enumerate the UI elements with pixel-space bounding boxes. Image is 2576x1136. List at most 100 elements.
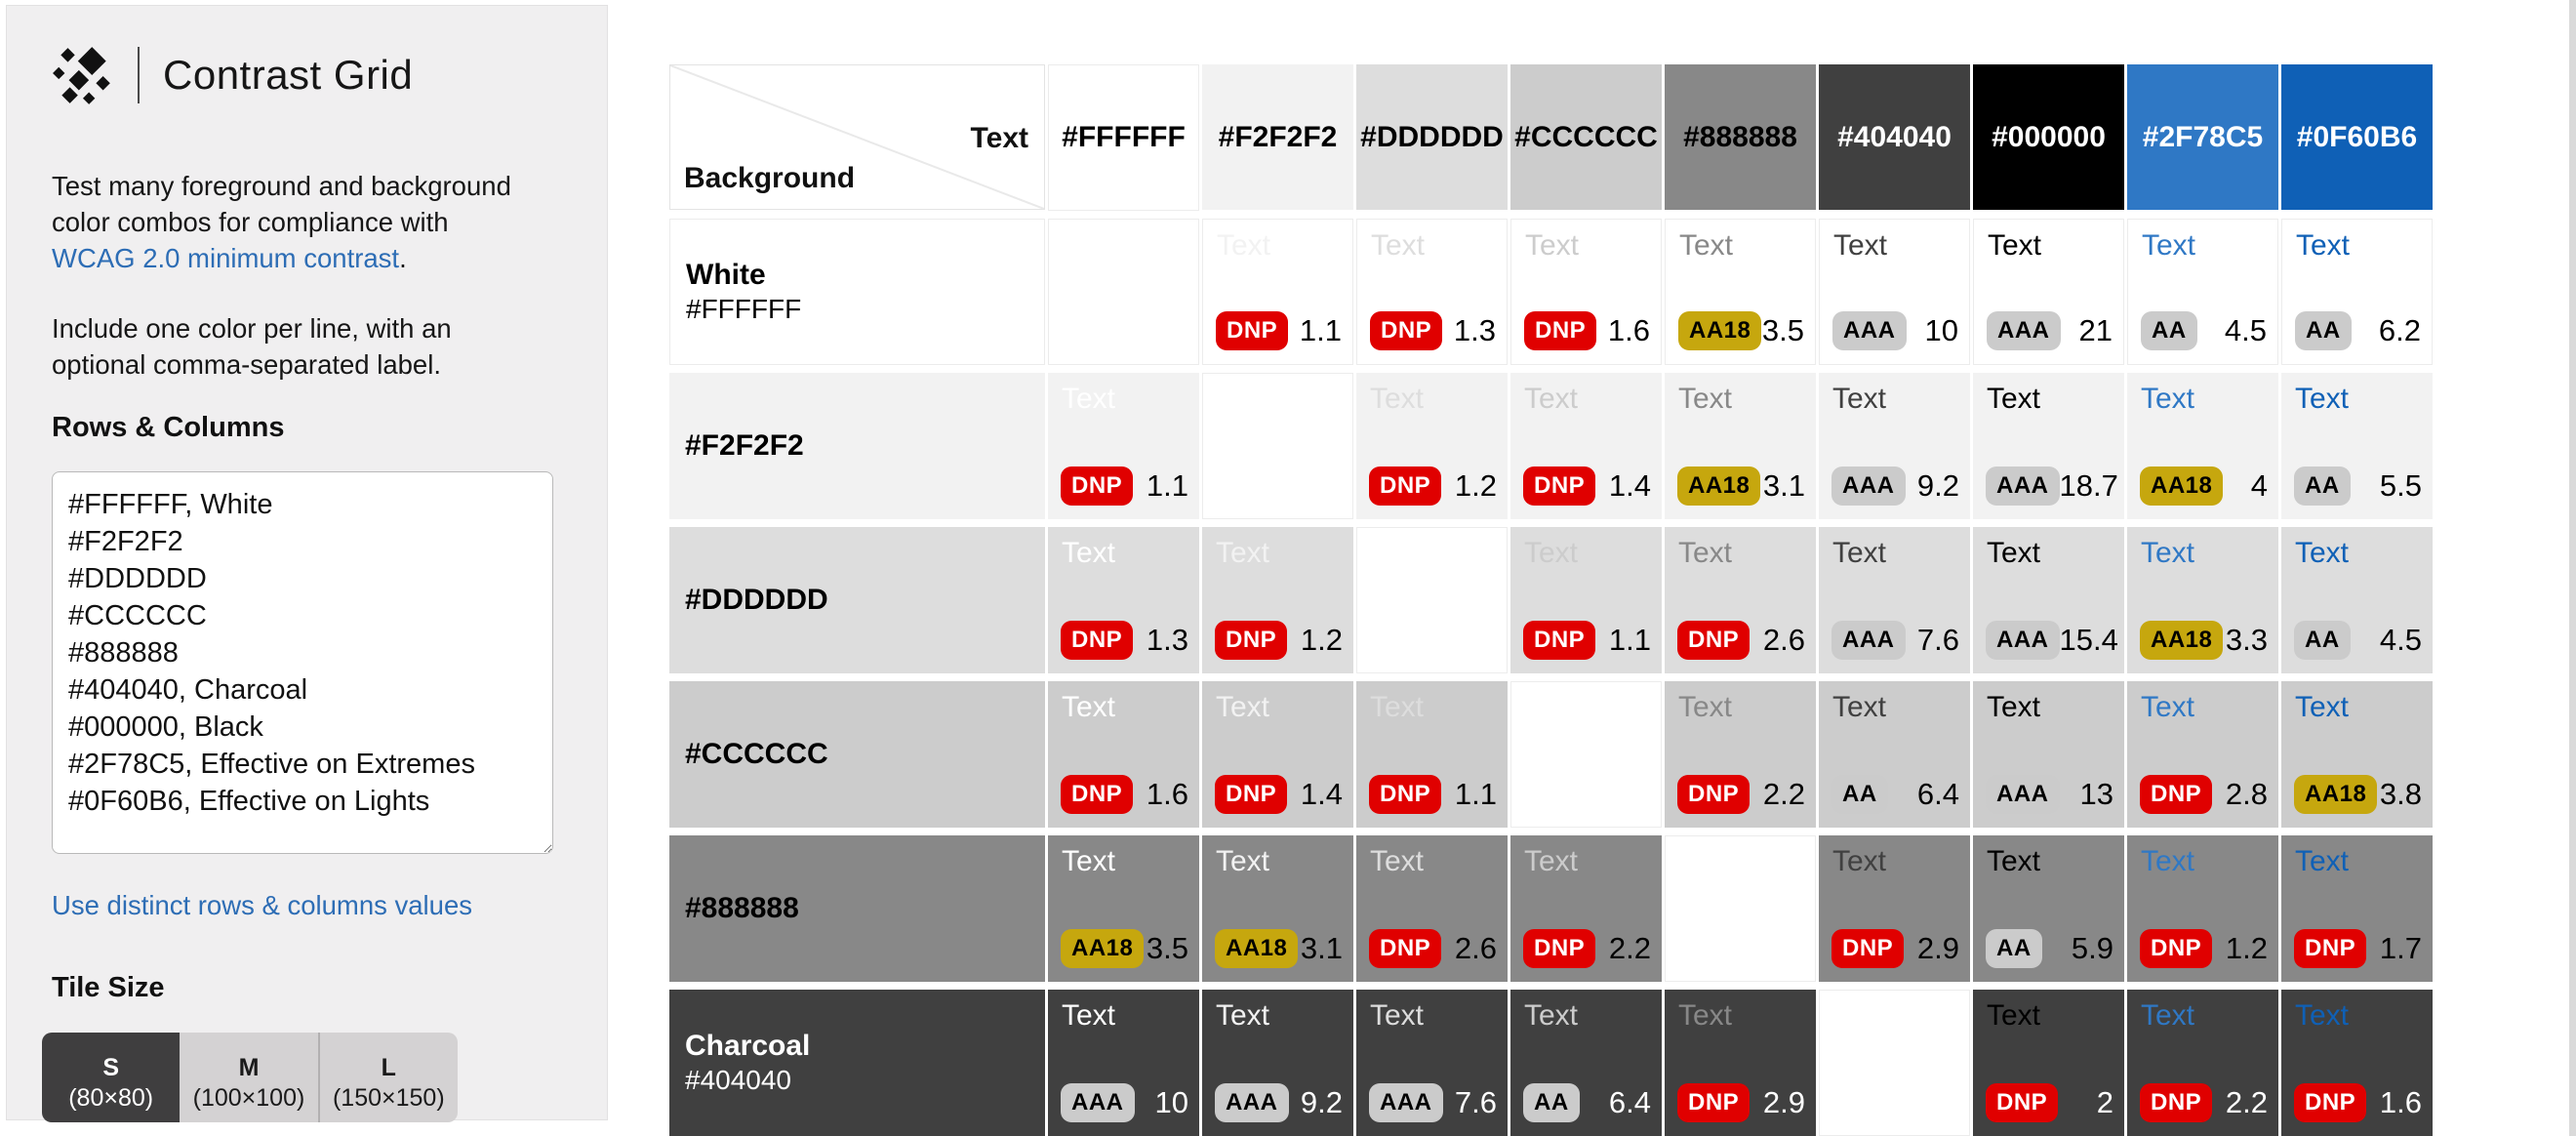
grid-cell: TextAA183.1 bbox=[1202, 835, 1353, 982]
text-sample: Text bbox=[1988, 229, 2041, 263]
text-sample: Text bbox=[1216, 537, 1269, 570]
cell-result-row: DNP2 bbox=[1986, 1083, 2113, 1122]
compliance-badge: DNP bbox=[1370, 311, 1442, 350]
text-sample: Text bbox=[1987, 999, 2040, 1033]
contrast-ratio: 1.6 bbox=[1608, 313, 1650, 348]
instructions-paragraph: Include one color per line, with an opti… bbox=[52, 310, 452, 383]
grid-corner-cell: Text Background bbox=[669, 64, 1045, 210]
contrast-ratio: 4 bbox=[2251, 468, 2268, 504]
contrast-ratio: 2.2 bbox=[1763, 777, 1805, 812]
grid-cell: TextAAA9.2 bbox=[1819, 373, 1970, 519]
tile-size-heading: Tile Size bbox=[52, 972, 165, 1004]
cell-result-row: AAA15.4 bbox=[1986, 621, 2113, 660]
contrast-ratio: 2.9 bbox=[1917, 931, 1959, 966]
grid-cell: TextDNP1.7 bbox=[2281, 835, 2433, 982]
wcag-contrast-link[interactable]: WCAG 2.0 minimum contrast bbox=[52, 243, 399, 273]
grid-cell: TextDNP1.6 bbox=[2281, 990, 2433, 1136]
grid-cell: TextAAA10 bbox=[1048, 990, 1199, 1136]
column-header-F2F2F2: #F2F2F2 bbox=[1202, 64, 1353, 210]
colors-input[interactable]: #FFFFFF, White #F2F2F2 #DDDDDD #CCCCCC #… bbox=[52, 471, 553, 854]
text-sample: Text bbox=[1524, 383, 1578, 416]
text-sample: Text bbox=[2142, 229, 2195, 263]
text-sample: Text bbox=[2141, 845, 2194, 878]
contrast-ratio: 3.5 bbox=[1147, 931, 1188, 966]
grid-cell: TextDNP2.6 bbox=[1665, 527, 1816, 673]
cell-result-row: AAA10 bbox=[1061, 1083, 1188, 1122]
grid-cell: TextDNP1.2 bbox=[2127, 835, 2278, 982]
compliance-badge: AAA bbox=[1215, 1083, 1289, 1122]
cell-result-row: AAA18.7 bbox=[1986, 467, 2113, 506]
text-sample: Text bbox=[1987, 845, 2040, 878]
contrast-ratio: 6.2 bbox=[2379, 313, 2421, 348]
text-sample: Text bbox=[1062, 537, 1115, 570]
text-sample: Text bbox=[2295, 537, 2349, 570]
compliance-badge: DNP bbox=[1524, 311, 1596, 350]
text-sample: Text bbox=[1832, 845, 1886, 878]
compliance-badge: AAA bbox=[1986, 621, 2060, 660]
cell-result-row: AAA13 bbox=[1986, 775, 2113, 814]
grid-cell-blank bbox=[1356, 527, 1508, 673]
grid-cell: TextDNP1.1 bbox=[1048, 373, 1199, 519]
compliance-badge: AAA bbox=[1061, 1083, 1135, 1122]
grid-cell: TextAA5.9 bbox=[1973, 835, 2124, 982]
contrast-ratio: 3.8 bbox=[2380, 777, 2422, 812]
text-sample: Text bbox=[1524, 537, 1578, 570]
cell-result-row: DNP1.1 bbox=[1523, 621, 1651, 660]
compliance-badge: DNP bbox=[1369, 929, 1441, 968]
row-color-name: White bbox=[686, 258, 1044, 293]
cell-result-row: AA183.1 bbox=[1677, 467, 1805, 506]
grid-cell: TextAA183.5 bbox=[1665, 219, 1816, 365]
contrast-ratio: 1.1 bbox=[1300, 313, 1342, 348]
contrast-ratio: 4.5 bbox=[2380, 623, 2422, 658]
cell-result-row: AA183.8 bbox=[2294, 775, 2422, 814]
text-sample: Text bbox=[1370, 383, 1424, 416]
compliance-badge: DNP bbox=[2140, 929, 2212, 968]
cell-result-row: AA183.3 bbox=[2140, 621, 2268, 660]
row-color-name: Charcoal bbox=[685, 1029, 1045, 1064]
text-sample: Text bbox=[1217, 229, 1270, 263]
cell-result-row: AA183.5 bbox=[1061, 929, 1188, 968]
text-sample: Text bbox=[1370, 845, 1424, 878]
cell-result-row: DNP2.9 bbox=[1677, 1083, 1805, 1122]
contrast-ratio: 6.4 bbox=[1609, 1085, 1651, 1120]
compliance-badge: AAA bbox=[1986, 775, 2060, 814]
contrast-ratio: 2.6 bbox=[1763, 623, 1805, 658]
column-header-2F78C5: #2F78C5 bbox=[2127, 64, 2278, 210]
grid-cell: TextDNP1.3 bbox=[1356, 219, 1508, 365]
logo-divider bbox=[138, 47, 140, 103]
compliance-badge: AAA bbox=[1986, 467, 2060, 506]
distinct-rows-columns-link[interactable]: Use distinct rows & columns values bbox=[52, 887, 472, 923]
compliance-badge: AAA bbox=[1831, 467, 1906, 506]
text-sample: Text bbox=[1987, 383, 2040, 416]
column-header-DDDDDD: #DDDDDD bbox=[1356, 64, 1508, 210]
grid-cell: TextAAA7.6 bbox=[1819, 527, 1970, 673]
grid-cell-blank bbox=[1510, 681, 1662, 828]
intro-line-1: Test many foreground and background bbox=[52, 168, 511, 204]
tile-size-l-button[interactable]: L (150×150) bbox=[320, 1033, 458, 1122]
compliance-badge: DNP bbox=[1061, 775, 1133, 814]
text-sample: Text bbox=[2295, 383, 2349, 416]
rows-columns-heading: Rows & Columns bbox=[52, 412, 284, 444]
contrast-ratio: 15.4 bbox=[2060, 623, 2118, 658]
grid-cell: Text AAA18.7 bbox=[1973, 373, 2124, 519]
text-sample: Text bbox=[1679, 229, 1733, 263]
intro-line-3: WCAG 2.0 minimum contrast. bbox=[52, 240, 511, 276]
scrollbar-track[interactable] bbox=[2569, 0, 2576, 1136]
intro-suffix: . bbox=[399, 243, 407, 273]
compliance-badge: DNP bbox=[2140, 775, 2212, 814]
text-sample: Text bbox=[1678, 383, 1732, 416]
cell-result-row: DNP2.6 bbox=[1369, 929, 1497, 968]
cell-result-row: DNP1.4 bbox=[1215, 775, 1343, 814]
grid-cell: TextDNP2.2 bbox=[1665, 681, 1816, 828]
cell-result-row: AAA10 bbox=[1832, 311, 1958, 350]
grid-cell: TextAAA9.2 bbox=[1202, 990, 1353, 1136]
column-header-888888: #888888 bbox=[1665, 64, 1816, 210]
grid-cell: TextDNP1.6 bbox=[1048, 681, 1199, 828]
tile-size-s-button[interactable]: S (80×80) bbox=[42, 1033, 180, 1122]
contrast-ratio: 3.3 bbox=[2226, 623, 2268, 658]
grid-cell: TextAA183.3 bbox=[2127, 527, 2278, 673]
grid-cell: TextDNP1.4 bbox=[1510, 373, 1662, 519]
contrast-ratio: 1.1 bbox=[1147, 468, 1188, 504]
tile-size-m-button[interactable]: M (100×100) bbox=[180, 1033, 319, 1122]
eightshapes-logo-icon bbox=[52, 43, 116, 107]
